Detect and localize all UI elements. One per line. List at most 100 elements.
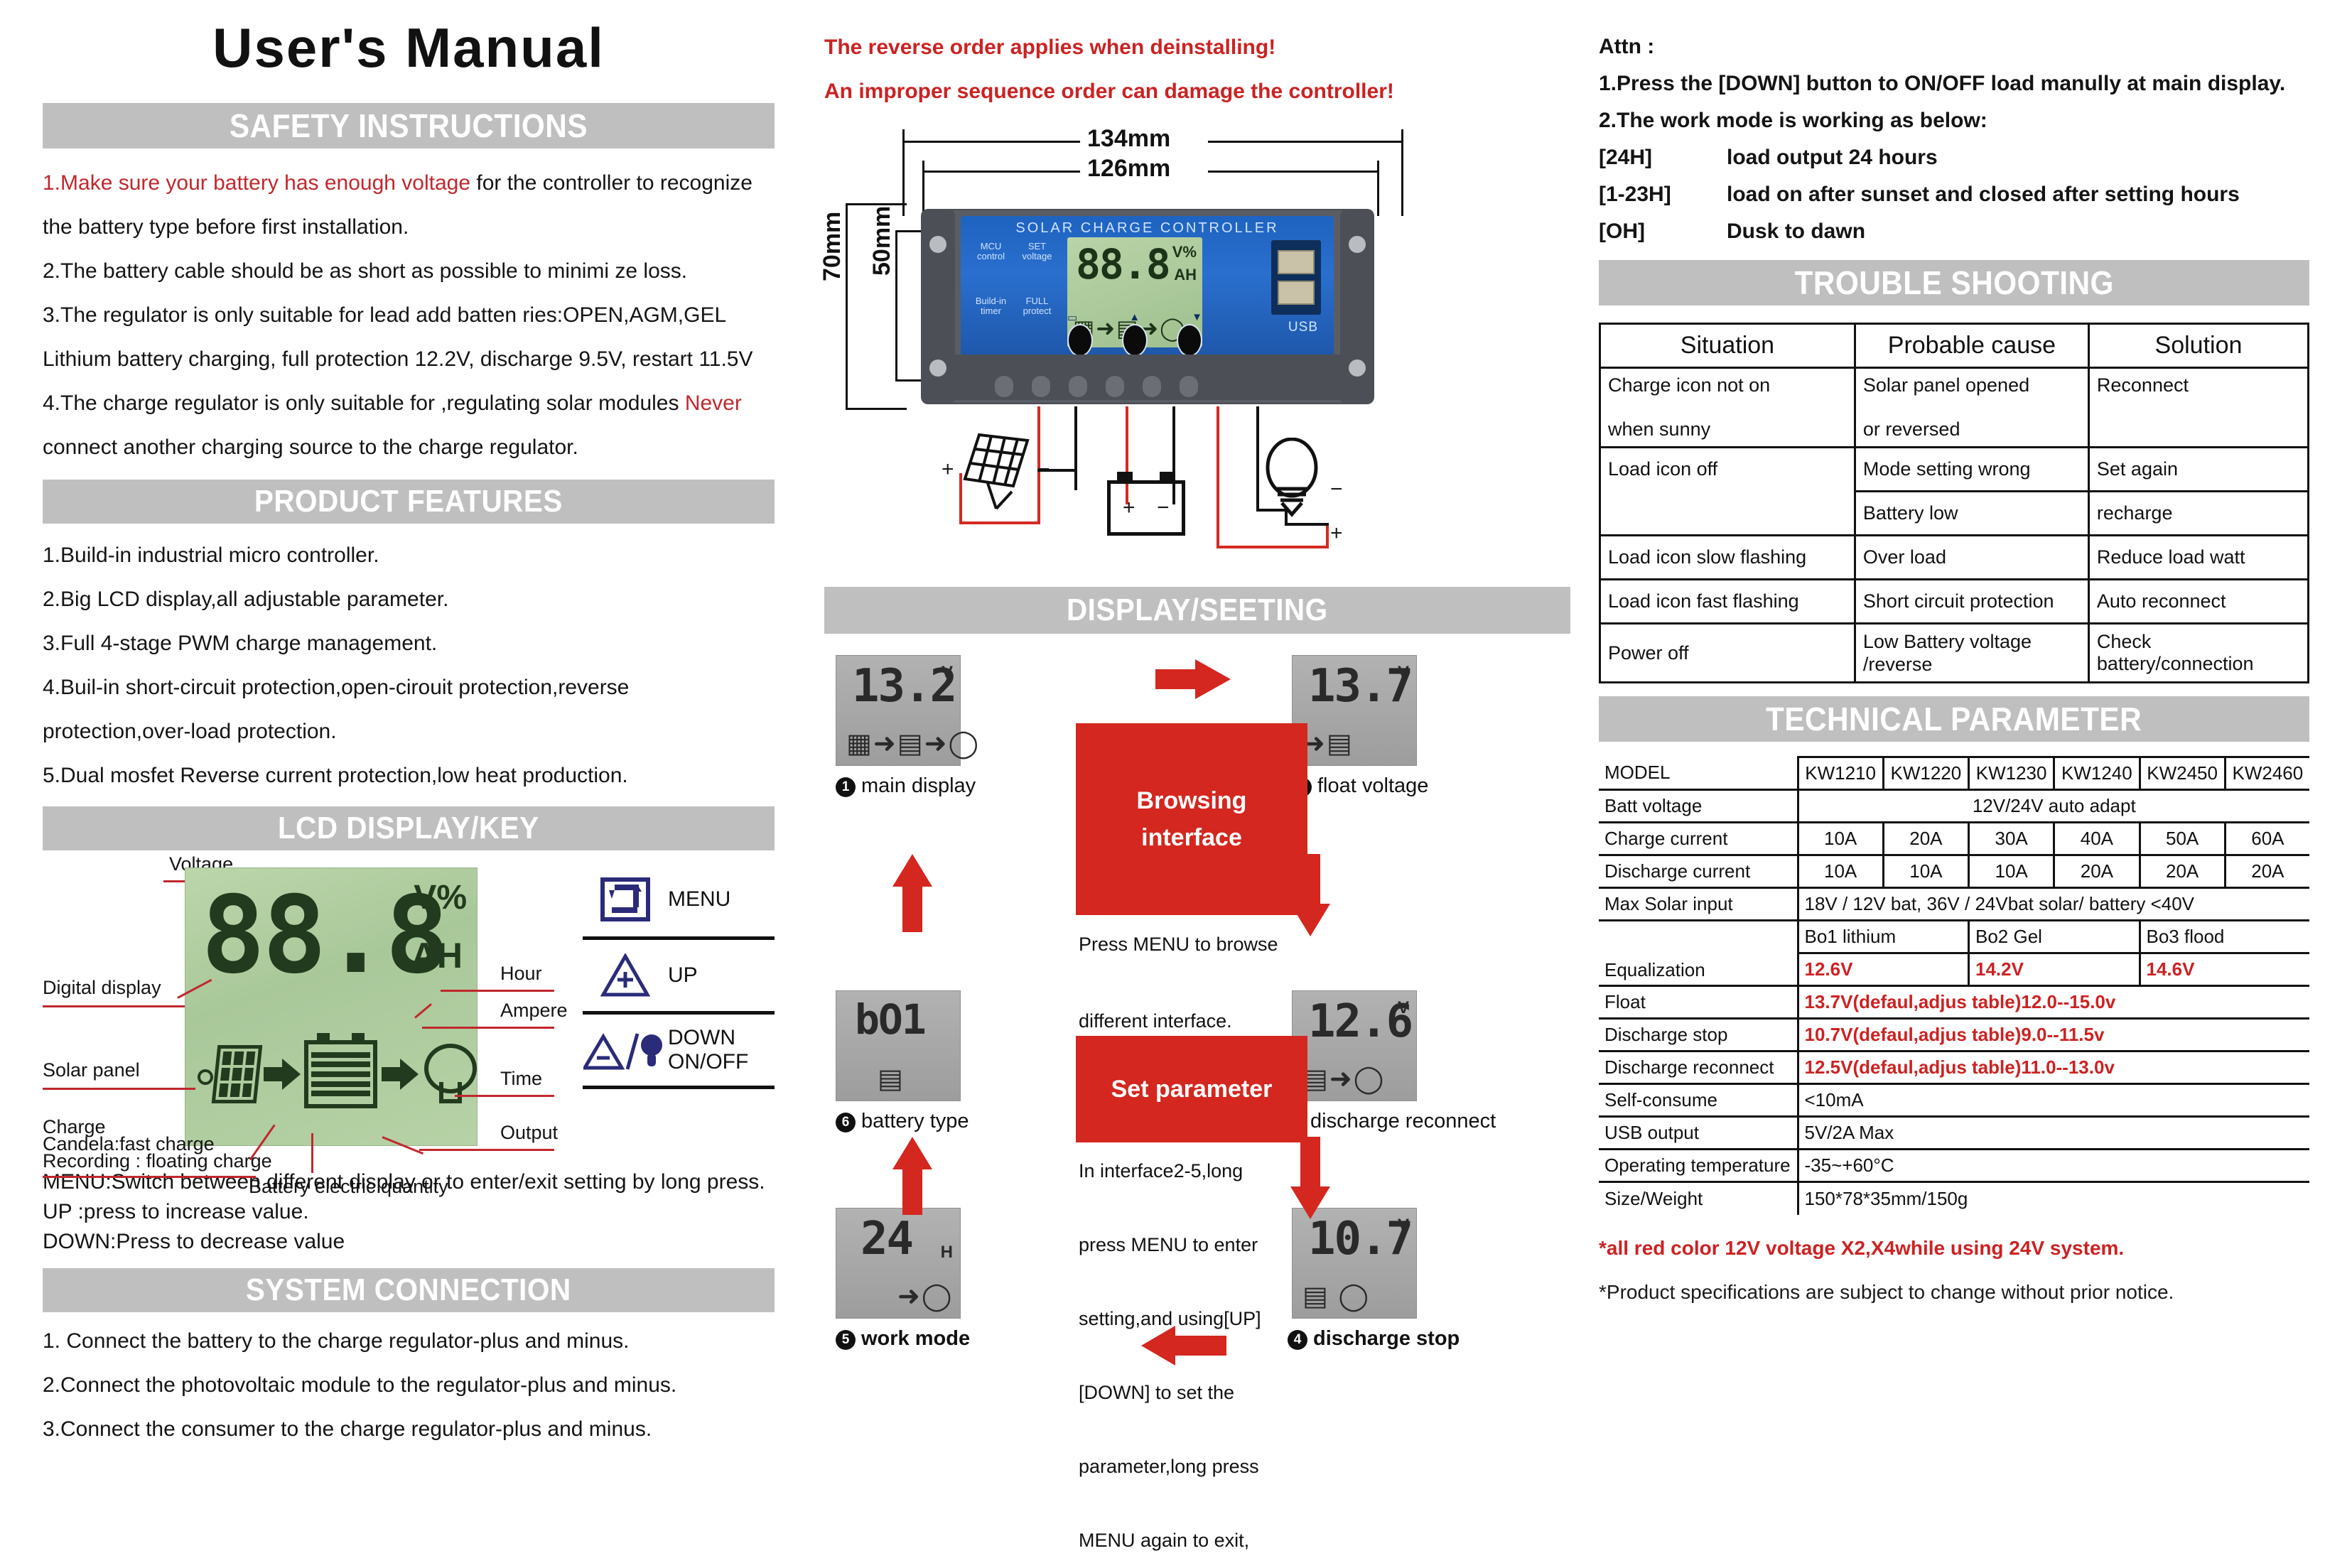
table-row: USB output 5V/2A Max bbox=[1599, 1115, 2309, 1150]
set-parameter-box: Set parameter bbox=[1076, 1036, 1307, 1142]
battery-icon bbox=[304, 1033, 377, 1108]
down-button[interactable] bbox=[1177, 324, 1202, 357]
discharge-current-6: 20A bbox=[2223, 854, 2309, 889]
shot6-icons: ▤ bbox=[878, 1064, 905, 1094]
table-header-row: Situation Probable cause Solution bbox=[1599, 323, 2310, 369]
menu-button[interactable] bbox=[1067, 324, 1093, 357]
cell-solution-6: Check battery/connection bbox=[2087, 622, 2310, 683]
equalization-type-2: Bo2 Gel bbox=[1968, 919, 2141, 954]
lcd-display-diagram: Voltage 88.8 V% AH Digital display Solar… bbox=[43, 853, 775, 1197]
lcd-digits: 88.8 bbox=[201, 874, 449, 997]
key-row-menu[interactable]: MENU bbox=[583, 862, 775, 936]
lamp-minus-sign: − bbox=[1330, 477, 1343, 501]
table-row: Equalization Bo1 lithium Bo2 Gel Bo3 flo… bbox=[1599, 919, 2309, 987]
screenshot-main-display: 13.2 V ▦➜▤➜◯ bbox=[836, 655, 978, 766]
device-lcd-unit-ah: AH bbox=[1174, 266, 1197, 283]
value-batt-voltage: 12V/24V auto adapt bbox=[1796, 789, 2309, 823]
browsing-interface-box: Browsing interface bbox=[1076, 723, 1307, 915]
value-discharge-reconnect: 12.5V(defaul,adjus table)11.0--13.0v bbox=[1796, 1050, 2309, 1085]
trouble-shooting-table: Situation Probable cause Solution Charge… bbox=[1599, 323, 2310, 683]
arrow-up-icon-flow bbox=[892, 1137, 932, 1215]
dim-126mm: 126mm bbox=[1087, 155, 1171, 182]
shot5-icons: ➜◯ bbox=[897, 1282, 954, 1312]
label-size-weight: Size/Weight bbox=[1599, 1181, 1799, 1215]
value-self-consume: <10mA bbox=[1796, 1083, 2309, 1118]
menu-icon: ▭ bbox=[1067, 312, 1078, 324]
charge-current-1: 10A bbox=[1796, 821, 1884, 856]
attn-heading: Attn : bbox=[1599, 35, 1655, 58]
up-icon: ▲ bbox=[1129, 311, 1140, 323]
label-time: Time bbox=[500, 1068, 542, 1089]
usb-ports bbox=[1271, 240, 1321, 315]
cell-cause-4: Over load bbox=[1853, 534, 2090, 580]
key-note-up: UP :press to increase value. bbox=[43, 1200, 309, 1223]
cell-situation-1: Charge icon not on when sunny bbox=[1599, 367, 1856, 448]
page-title: User's Manual bbox=[212, 16, 605, 79]
system-list: 1. Connect the battery to the charge reg… bbox=[43, 1319, 775, 1451]
label-batt-voltage: Batt voltage bbox=[1599, 789, 1799, 823]
label-solar-panel: Solar panel bbox=[43, 1059, 140, 1081]
device-brand-text: SOLAR CHARGE CONTROLLER bbox=[1015, 220, 1279, 236]
lcd-icon-row bbox=[193, 1017, 478, 1131]
table-row: Discharge reconnect 12.5V(defaul,adjus t… bbox=[1599, 1050, 2309, 1085]
screenshot-work-mode: 24 H ➜◯ bbox=[836, 1208, 961, 1319]
section-header-trouble: TROUBLE SHOOTING bbox=[1599, 260, 2309, 306]
usb-label: USB bbox=[1288, 320, 1318, 335]
lcd-unit-ah: AH bbox=[411, 936, 463, 975]
technical-parameter-table: MODEL KW1210 KW1220 KW1230 KW1240 KW2450… bbox=[1599, 756, 2309, 1215]
safety-2: 2.The battery cable should be as short a… bbox=[43, 259, 688, 283]
solar-plus-sign: + bbox=[942, 458, 954, 481]
lcd-unit-v-percent: V% bbox=[414, 879, 467, 917]
cell-solution-4: Reduce load watt bbox=[2087, 534, 2310, 580]
solar-panel-symbol bbox=[963, 433, 1030, 510]
shot2-value: 13.7 bbox=[1308, 660, 1413, 713]
value-discharge-stop: 10.7V(defaul,adjus table)9.0--11.5v bbox=[1796, 1017, 2309, 1052]
table-row: Size/Weight 150*78*35mm/150g bbox=[1599, 1181, 2309, 1215]
footnotes: *all red color 12V voltage X2,X4while us… bbox=[1599, 1226, 2309, 1314]
system-3: 3.Connect the consumer to the charge reg… bbox=[43, 1417, 652, 1441]
feature-5: 5.Dual mosfet Reverse current protection… bbox=[43, 764, 628, 787]
screw-icon bbox=[929, 236, 946, 253]
caption-float-voltage: 2float voltage bbox=[1292, 774, 1428, 798]
device-buttons[interactable] bbox=[1067, 324, 1202, 357]
cell-cause-6: Low Battery voltage /reverse bbox=[1853, 622, 2090, 683]
attn-mode-24h: [24H] load output 24 hours bbox=[1599, 146, 1938, 169]
cell-cause-1: Solar panel opened or reversed bbox=[1853, 367, 2090, 448]
th-situation: Situation bbox=[1599, 323, 1856, 369]
model-2: KW1220 bbox=[1882, 756, 1970, 791]
attn-mode-1-23h: [1-23H] load on after sunset and closed a… bbox=[1599, 183, 2240, 206]
dim-50mm: 50mm bbox=[868, 205, 895, 276]
lcd-screen: 88.8 V% AH bbox=[185, 867, 478, 1146]
model-1: KW1210 bbox=[1796, 756, 1884, 791]
label-usb-output: USB output bbox=[1599, 1115, 1799, 1150]
table-row: Discharge current 10A 10A 10A 20A 20A 20… bbox=[1599, 854, 2309, 889]
screenshot-battery-type: bO1 ▤ bbox=[836, 990, 961, 1101]
table-row: Charge current 10A 20A 30A 40A 50A 60A bbox=[1599, 821, 2309, 856]
equalization-value-1: 12.6V bbox=[1796, 952, 1970, 987]
model-5: KW2450 bbox=[2138, 756, 2226, 791]
label-discharge-reconnect: Discharge reconnect bbox=[1599, 1050, 1799, 1085]
table-row: Max Solar input 18V / 12V bat, 36V / 24V… bbox=[1599, 887, 2309, 921]
key-legend: MENU UP DOWN ON/OFF bbox=[583, 862, 775, 1089]
solar-charge-controller-device: SOLAR CHARGE CONTROLLER MCU control SET … bbox=[921, 209, 1374, 404]
browsing-interface-note: Press MENU to browse different interface… bbox=[1079, 934, 1278, 1032]
device-lcd-unit-v: V% bbox=[1172, 243, 1197, 261]
cell-situation-6: Power off bbox=[1599, 622, 1856, 683]
display-setting-heading: DISPLAY/SEETING bbox=[1067, 593, 1328, 628]
table-row: Float 13.7V(defaul,adjus table)12.0--15.… bbox=[1599, 985, 2309, 1020]
up-button[interactable] bbox=[1122, 324, 1148, 357]
feature-mcu-control: MCU control bbox=[976, 241, 1005, 261]
charge-current-3: 30A bbox=[1967, 821, 2056, 856]
discharge-current-5: 20A bbox=[2138, 854, 2226, 889]
label-hour: Hour bbox=[500, 963, 542, 984]
key-row-down[interactable]: DOWN ON/OFF bbox=[583, 1011, 775, 1086]
feature-1: 1.Build-in industrial micro controller. bbox=[43, 544, 379, 567]
key-label-up: UP bbox=[668, 963, 698, 987]
cell-situation-4: Load icon slow flashing bbox=[1599, 534, 1856, 580]
warning-1: The reverse order applies when deinstall… bbox=[824, 36, 1276, 59]
discharge-current-2: 10A bbox=[1882, 854, 1970, 889]
arrow-right-icon-2 bbox=[381, 1059, 419, 1090]
safety-1-rest: for the controller to recognize bbox=[470, 171, 752, 195]
system-2: 2.Connect the photovoltaic module to the… bbox=[43, 1373, 677, 1397]
key-row-up[interactable]: UP bbox=[583, 936, 775, 1011]
